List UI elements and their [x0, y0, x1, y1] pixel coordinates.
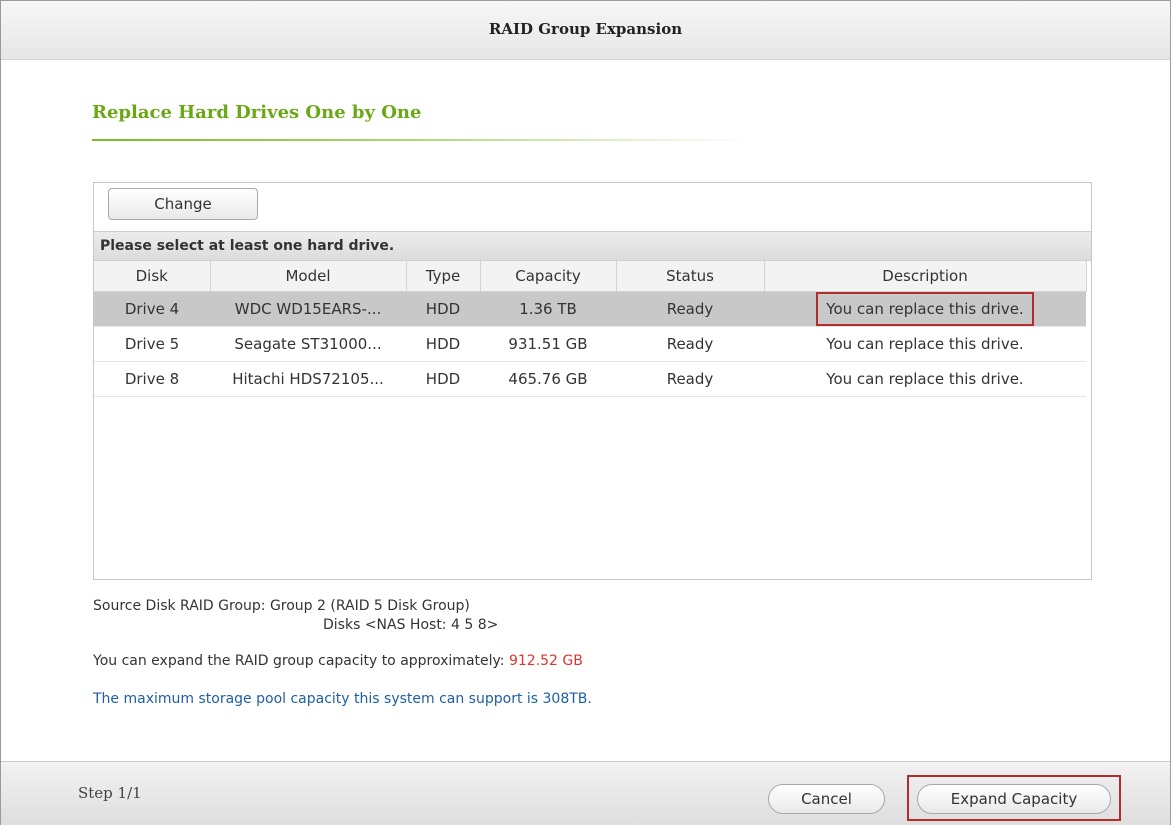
expand-button-highlight: Expand Capacity	[907, 775, 1121, 821]
cell-status: Ready	[616, 291, 764, 327]
cell-disk: Drive 8	[94, 361, 210, 397]
column-header-model[interactable]: Model	[210, 261, 407, 292]
section-title: Replace Hard Drives One by One	[92, 102, 422, 123]
title-bar: RAID Group Expansion	[1, 1, 1170, 60]
column-header-status[interactable]: Status	[616, 261, 765, 292]
column-header-type[interactable]: Type	[406, 261, 481, 292]
cell-description: You can replace this drive.	[764, 326, 1086, 362]
expand-capacity-button[interactable]: Expand Capacity	[917, 784, 1111, 814]
cell-model: Hitachi HDS72105...	[210, 361, 406, 397]
column-header-capacity[interactable]: Capacity	[480, 261, 617, 292]
cell-status: Ready	[616, 326, 764, 362]
expand-capacity-value: 912.52 GB	[508, 653, 583, 669]
drive-selection-panel: Change Please select at least one hard d…	[93, 182, 1092, 580]
drives-table: Disk Model Type Capacity Status Descript…	[94, 261, 1087, 397]
table-row[interactable]: Drive 4 WDC WD15EARS-... HDD 1.36 TB Rea…	[94, 291, 1086, 327]
cell-disk: Drive 4	[94, 291, 210, 327]
cell-status: Ready	[616, 361, 764, 397]
cancel-button[interactable]: Cancel	[768, 784, 885, 814]
cell-type: HDD	[406, 291, 480, 327]
step-indicator: Step 1/1	[78, 784, 142, 802]
panel-toolbar: Change	[94, 183, 1091, 231]
source-raid-group-text: Source Disk RAID Group: Group 2 (RAID 5 …	[93, 598, 470, 614]
cell-type: HDD	[406, 361, 480, 397]
cell-description: You can replace this drive.	[764, 361, 1086, 397]
cell-disk: Drive 5	[94, 326, 210, 362]
column-header-description[interactable]: Description	[764, 261, 1087, 292]
table-row[interactable]: Drive 8 Hitachi HDS72105... HDD 465.76 G…	[94, 361, 1086, 397]
expand-capacity-text: You can expand the RAID group capacity t…	[93, 653, 505, 669]
change-button[interactable]: Change	[108, 188, 258, 220]
cell-capacity: 465.76 GB	[480, 361, 616, 397]
cell-capacity: 931.51 GB	[480, 326, 616, 362]
raid-expansion-dialog: RAID Group Expansion Replace Hard Drives…	[0, 0, 1171, 825]
dialog-footer: Step 1/1 Cancel Expand Capacity	[1, 761, 1170, 825]
expand-capacity-info: You can expand the RAID group capacity t…	[93, 653, 583, 669]
table-row[interactable]: Drive 5 Seagate ST31000... HDD 931.51 GB…	[94, 326, 1086, 362]
max-capacity-text: The maximum storage pool capacity this s…	[93, 691, 592, 707]
cell-model: WDC WD15EARS-...	[210, 291, 406, 327]
selection-notice: Please select at least one hard drive.	[94, 231, 1091, 261]
cell-model: Seagate ST31000...	[210, 326, 406, 362]
column-header-disk[interactable]: Disk	[94, 261, 211, 292]
description-highlight: You can replace this drive.	[816, 292, 1034, 326]
cell-capacity: 1.36 TB	[480, 291, 616, 327]
table-header-row: Disk Model Type Capacity Status Descript…	[94, 261, 1087, 292]
cell-type: HDD	[406, 326, 480, 362]
window-title: RAID Group Expansion	[488, 20, 683, 38]
section-divider	[92, 139, 747, 141]
source-disks-text: Disks <NAS Host: 4 5 8>	[323, 617, 499, 633]
cell-description: You can replace this drive.	[764, 291, 1086, 327]
